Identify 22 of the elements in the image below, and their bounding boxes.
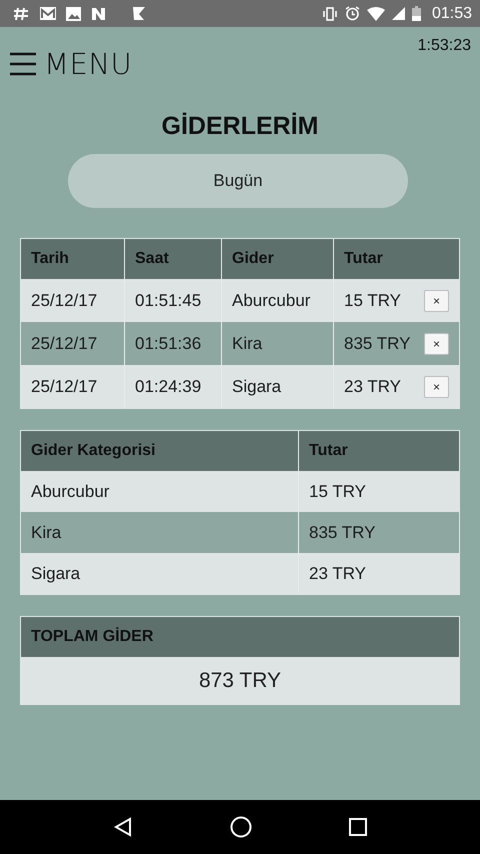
- status-time: 01:53: [432, 4, 472, 22]
- table-cell-text: 835 TRY: [308, 522, 376, 544]
- table-cell: 835 TRY: [344, 334, 410, 354]
- delete-button[interactable]: ×: [424, 290, 449, 312]
- table-cell: 15 TRY: [344, 290, 402, 310]
- column-header: Tutar: [343, 249, 384, 269]
- table-cell-text: 15 TRY: [308, 480, 368, 502]
- table-cell-text: 23 TRY: [308, 562, 368, 584]
- table-cell: 23 TRY: [344, 376, 402, 396]
- column-header: Tutar: [308, 441, 349, 461]
- total-label: TOPLAM GİDER: [21, 617, 459, 657]
- delete-button[interactable]: ×: [424, 376, 449, 398]
- table-cell: 01:24:39: [125, 365, 222, 408]
- menu-button[interactable]: MENU: [10, 47, 132, 81]
- page-title: GİDERLERİM: [160, 111, 320, 142]
- clock-text: 1:53:23: [418, 37, 471, 55]
- table-cell: Sigara: [222, 365, 334, 408]
- delete-button[interactable]: ×: [424, 332, 449, 354]
- table-cell: 25/12/17: [21, 365, 125, 408]
- total-value: 873 TRY: [198, 668, 282, 694]
- today-button[interactable]: Bugün: [68, 154, 408, 208]
- table-cell: Sigara: [21, 553, 299, 594]
